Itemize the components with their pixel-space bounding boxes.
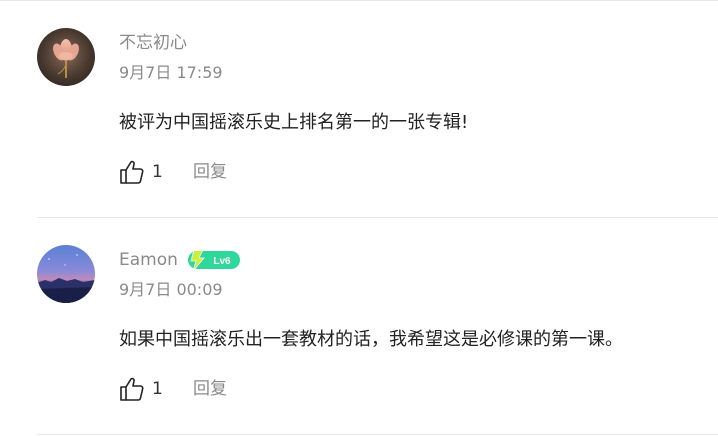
timestamp: 9月7日 00:09 bbox=[119, 280, 223, 299]
like-button[interactable]: 1 bbox=[119, 374, 179, 404]
timestamp: 9月7日 17:59 bbox=[119, 63, 223, 82]
thumbs-up-icon bbox=[120, 160, 144, 184]
comment-actions: 1 回复 bbox=[119, 374, 279, 404]
level-badge: Lv6 bbox=[188, 251, 240, 269]
like-count: 1 bbox=[152, 379, 163, 399]
comment-text: 被评为中国摇滚乐史上排名第一的一张专辑! bbox=[119, 112, 469, 133]
like-count: 1 bbox=[152, 162, 163, 182]
username[interactable]: 不忘初心 bbox=[119, 31, 187, 55]
avatar[interactable] bbox=[37, 245, 95, 303]
lotus-flower-avatar-image bbox=[37, 28, 95, 86]
comment-item: Eamon Lv6 9月7日 00:09 如果中国摇滚乐出一套教材的话，我希望这… bbox=[0, 218, 718, 435]
like-button[interactable]: 1 bbox=[119, 157, 179, 187]
reply-button[interactable]: 回复 bbox=[193, 159, 227, 185]
comment-divider bbox=[37, 434, 718, 435]
level-badge-label: Lv6 bbox=[213, 256, 231, 267]
night-landscape-avatar-image bbox=[37, 245, 95, 303]
comment-actions: 1 回复 bbox=[119, 157, 279, 187]
comment-text: 如果中国摇滚乐出一套教材的话，我希望这是必修课的第一课。 bbox=[119, 329, 623, 350]
username[interactable]: Eamon bbox=[119, 248, 178, 272]
comment-item: 不忘初心 9月7日 17:59 被评为中国摇滚乐史上排名第一的一张专辑! 1 回… bbox=[0, 1, 718, 218]
thumbs-up-icon bbox=[120, 377, 144, 401]
reply-button[interactable]: 回复 bbox=[193, 376, 227, 402]
avatar[interactable] bbox=[37, 28, 95, 86]
